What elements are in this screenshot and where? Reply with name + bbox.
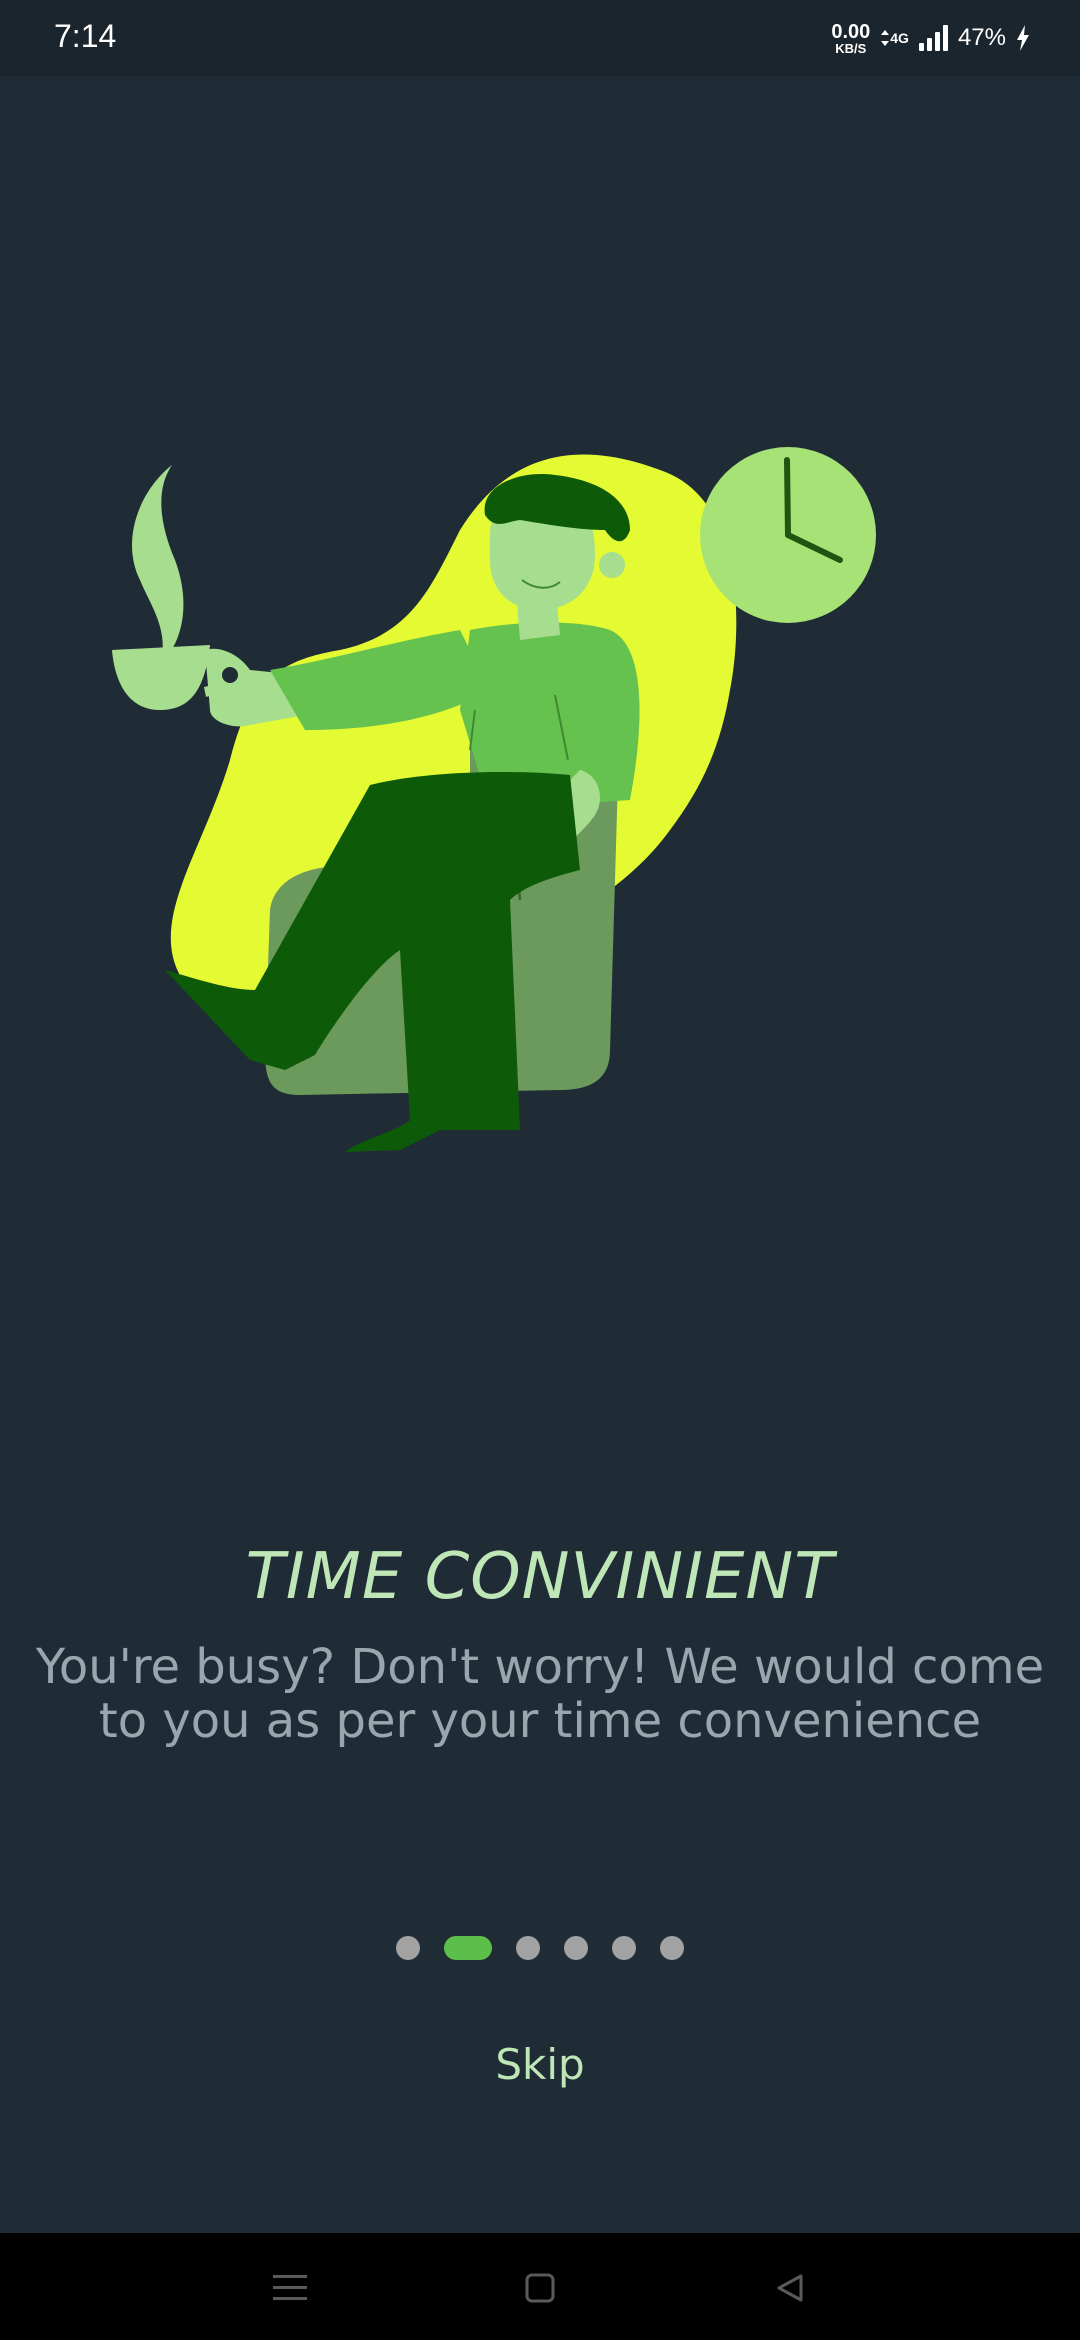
- page-dot-1[interactable]: [396, 1936, 420, 1960]
- system-navigation-bar: [0, 2233, 1080, 2340]
- signal-icon: [918, 25, 948, 51]
- status-bar: 7:14 0.00 KB/S 4G 47%: [0, 0, 1080, 76]
- back-icon: [777, 2274, 803, 2302]
- back-button[interactable]: [740, 2253, 840, 2323]
- man-relaxing-with-coffee-and-clock-illustration: [112, 447, 876, 1152]
- clock-icon: [700, 447, 876, 623]
- page-dot-3[interactable]: [516, 1936, 540, 1960]
- status-icons: 0.00 KB/S 4G 47%: [831, 16, 1030, 60]
- battery-level: 47%: [957, 24, 1006, 51]
- page-indicator: [0, 1936, 1080, 1960]
- data-arrows-icon: [881, 30, 890, 46]
- onboarding-description: You're busy? Don't worry! We would come …: [35, 1639, 1045, 1749]
- network-type: 4G: [880, 29, 909, 47]
- page-dot-6[interactable]: [660, 1936, 684, 1960]
- home-button[interactable]: [490, 2253, 590, 2323]
- network-speed: 0.00 KB/S: [831, 22, 870, 55]
- coffee-steam: [131, 465, 184, 665]
- page-dot-4[interactable]: [564, 1936, 588, 1960]
- status-time: 7:14: [54, 18, 117, 54]
- network-type-label: 4G: [890, 30, 909, 46]
- onboarding-screen: 7:14 0.00 KB/S 4G 47% TIME CONVINIENT Yo…: [0, 0, 1080, 2340]
- network-speed-value: 0.00: [831, 20, 871, 43]
- onboarding-title: TIME CONVINIENT: [245, 1540, 835, 1614]
- skip-button[interactable]: Skip: [440, 2030, 640, 2100]
- charging-bolt-icon: [1017, 25, 1029, 51]
- menu-button[interactable]: [240, 2253, 340, 2323]
- page-dot-2-active[interactable]: [444, 1936, 492, 1960]
- network-speed-unit: KB/S: [835, 40, 867, 56]
- home-icon: [525, 2273, 555, 2303]
- page-dot-5[interactable]: [612, 1936, 636, 1960]
- menu-icon: [273, 2275, 307, 2300]
